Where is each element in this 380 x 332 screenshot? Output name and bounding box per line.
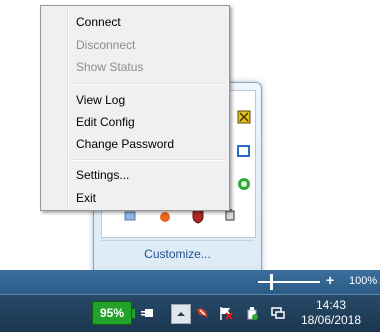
action-center-flag-icon[interactable] xyxy=(218,305,234,321)
context-menu: Connect Disconnect Show Status View Log … xyxy=(40,5,230,211)
menu-item-edit-config[interactable]: Edit Config xyxy=(76,112,135,132)
zoom-slider-track[interactable] xyxy=(258,281,320,283)
flyout-divider xyxy=(101,240,254,241)
menu-item-change-password[interactable]: Change Password xyxy=(76,134,174,154)
app-icon-blue[interactable] xyxy=(236,143,252,159)
zoom-in-button[interactable]: + xyxy=(326,272,334,288)
menu-separator xyxy=(71,159,226,161)
menu-item-disconnect[interactable]: Disconnect xyxy=(76,35,135,55)
app-icon-green[interactable] xyxy=(236,176,252,192)
taskbar: 95% 14:43 18/06/2018 xyxy=(0,294,380,332)
zoom-level: 100% xyxy=(349,275,378,287)
network-icon[interactable] xyxy=(270,305,286,321)
clock-time: 14:43 xyxy=(315,298,347,312)
menu-item-view-log[interactable]: View Log xyxy=(76,90,125,110)
safely-remove-hardware-icon[interactable] xyxy=(244,305,260,321)
menu-item-exit[interactable]: Exit xyxy=(76,188,96,208)
menu-item-settings[interactable]: Settings... xyxy=(76,165,129,185)
flash-icon[interactable] xyxy=(194,305,210,321)
taskbar-clock[interactable]: 14:43 18/06/2018 xyxy=(296,298,366,328)
menu-separator xyxy=(71,83,226,85)
clock-date: 18/06/2018 xyxy=(300,313,362,327)
customize-link[interactable]: Customize... xyxy=(94,247,261,261)
menu-item-show-status[interactable]: Show Status xyxy=(76,57,143,77)
zoom-bar: + 100% xyxy=(0,270,380,294)
power-plug-icon[interactable] xyxy=(140,305,156,321)
menu-item-connect[interactable]: Connect xyxy=(76,12,121,32)
app-icon-yellow[interactable] xyxy=(236,109,252,125)
show-hidden-icons-icon[interactable] xyxy=(171,304,191,324)
zoom-slider-thumb[interactable] xyxy=(270,274,273,290)
battery-indicator[interactable]: 95% xyxy=(92,301,136,325)
